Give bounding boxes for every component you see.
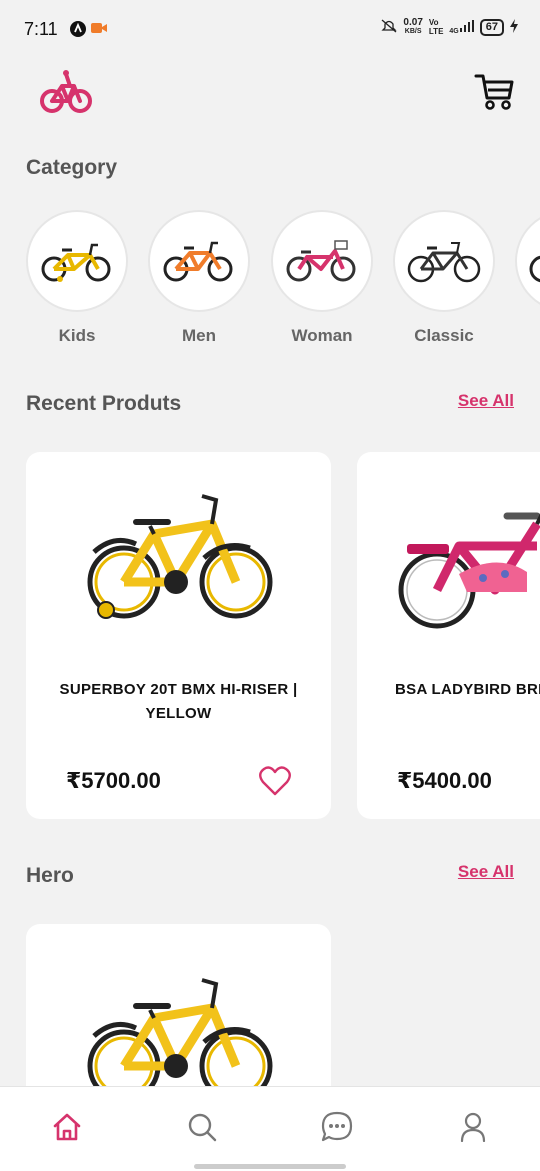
category-classic[interactable]: Classic [393, 210, 495, 346]
category-kids[interactable]: Kids [26, 210, 128, 346]
product-name: SUPERBOY 20T BMX HI-RISER | YELLOW [59, 681, 298, 722]
category-label: Classic [414, 326, 474, 345]
bicycle-logo-icon[interactable] [40, 68, 92, 119]
charging-icon [510, 18, 518, 36]
home-icon[interactable] [49, 1109, 85, 1145]
category-label: E [515, 326, 540, 346]
hero-title: Hero [26, 864, 74, 887]
recent-products-list: SUPERBOY 20T BMX HI-RISER | YELLOW ₹5700… [26, 452, 540, 820]
gesture-bar[interactable] [194, 1164, 346, 1169]
category-image [393, 210, 495, 312]
product-card[interactable] [26, 924, 331, 1086]
category-label: Kids [58, 326, 96, 345]
recent-see-all-link[interactable]: See All [458, 391, 514, 411]
hero-see-all-link[interactable]: See All [458, 862, 514, 882]
product-image [357, 482, 540, 632]
category-label: Men [182, 326, 216, 345]
network-type: 4G [449, 27, 459, 35]
profile-icon[interactable] [455, 1109, 491, 1145]
product-image [26, 482, 331, 632]
product-image [26, 966, 331, 1086]
search-icon[interactable] [184, 1109, 220, 1145]
product-price: ₹5700.00 [66, 768, 161, 793]
product-price: ₹5400.00 [397, 768, 492, 793]
product-card[interactable]: SUPERBOY 20T BMX HI-RISER | YELLOW ₹5700… [26, 452, 331, 819]
category-image [271, 210, 373, 312]
bottom-navigation [0, 1086, 540, 1171]
category-men[interactable]: Men [148, 210, 250, 346]
category-image [26, 210, 128, 312]
heart-icon[interactable] [259, 766, 291, 801]
app-notification-icon [70, 21, 86, 42]
category-electric[interactable]: E [515, 210, 540, 346]
category-label: Woman [291, 326, 353, 345]
hero-products-list [26, 924, 540, 1086]
chat-icon[interactable] [319, 1109, 355, 1145]
category-title: Category [26, 156, 118, 179]
volte-sub-label: LTE [428, 27, 444, 36]
volte-label: Vo [428, 18, 439, 27]
signal-icon [459, 19, 474, 35]
category-list: Kids Men Woman Classic [26, 210, 540, 360]
product-card[interactable]: BSA LADYBIRD BRE THECYCLESI ₹5400.00 [357, 452, 540, 819]
net-speed-unit: KB/S [404, 28, 422, 35]
category-image [148, 210, 250, 312]
status-time: 7:11 [24, 19, 58, 39]
status-right-group: 0.07 KB/S Vo LTE 4G 67 [381, 18, 518, 36]
cart-icon[interactable] [474, 73, 514, 116]
category-image [515, 210, 540, 312]
mute-icon [381, 19, 397, 36]
video-recording-icon [91, 21, 107, 40]
recent-products-title: Recent Produts [26, 392, 182, 415]
status-bar: 7:11 0.07 KB/S Vo LTE 4G 67 [0, 0, 540, 60]
category-woman[interactable]: Woman [271, 210, 373, 346]
product-name: BSA LADYBIRD BRE THECYCLESI [395, 681, 540, 698]
battery-level: 67 [479, 18, 504, 36]
net-speed-value: 0.07 [403, 17, 423, 28]
